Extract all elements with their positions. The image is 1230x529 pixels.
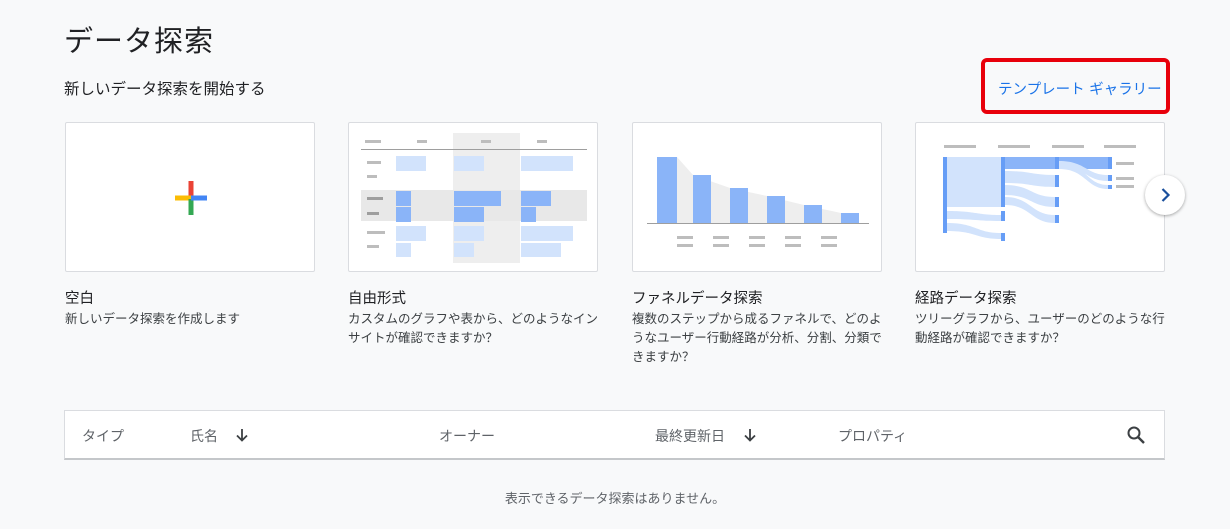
col-property[interactable]: プロパティ	[838, 426, 907, 446]
card-title-funnel: ファネルデータ探索	[632, 291, 763, 307]
card-desc-funnel: 複数のステップから成るファネルで、どのようなユーザー行動経路が分析、分割、分類で…	[632, 311, 882, 364]
card-freeform[interactable]	[348, 122, 598, 272]
page-subtitle: 新しいデータ探索を開始する	[64, 80, 266, 98]
funnel-illustration	[647, 157, 869, 247]
col-type[interactable]: タイプ	[82, 426, 124, 446]
arrow-down-icon[interactable]	[234, 427, 250, 443]
path-illustration	[943, 145, 1136, 241]
card-title-path: 経路データ探索	[915, 291, 1017, 307]
template-gallery-link[interactable]: テンプレート ギャラリー	[998, 78, 1162, 99]
page-title: データ探索	[64, 24, 215, 58]
card-desc-blank: 新しいデータ探索を作成します	[65, 311, 241, 326]
freeform-illustration	[361, 133, 587, 263]
col-name[interactable]: 氏名	[190, 426, 218, 446]
col-owner[interactable]: オーナー	[439, 426, 495, 446]
table-header: タイプ 氏名 オーナー 最終更新日 プロパティ	[64, 410, 1165, 460]
card-blank[interactable]	[65, 122, 315, 272]
next-button[interactable]	[1145, 175, 1185, 215]
plus-icon	[175, 181, 207, 215]
col-last-updated[interactable]: 最終更新日	[655, 426, 725, 446]
search-icon[interactable]	[1126, 425, 1146, 445]
card-title-blank: 空白	[65, 291, 94, 307]
chevron-right-icon	[1161, 188, 1171, 202]
empty-message: 表示できるデータ探索はありません。	[504, 492, 726, 507]
card-path[interactable]	[915, 122, 1165, 272]
arrow-down-icon[interactable]	[742, 427, 758, 443]
card-desc-path: ツリーグラフから、ユーザーのどのような行動経路が確認できますか？	[915, 311, 1165, 345]
card-title-freeform: 自由形式	[348, 291, 406, 307]
card-funnel[interactable]	[632, 122, 882, 272]
card-desc-freeform: カスタムのグラフや表から、どのようなインサイトが確認できますか？	[348, 311, 599, 345]
